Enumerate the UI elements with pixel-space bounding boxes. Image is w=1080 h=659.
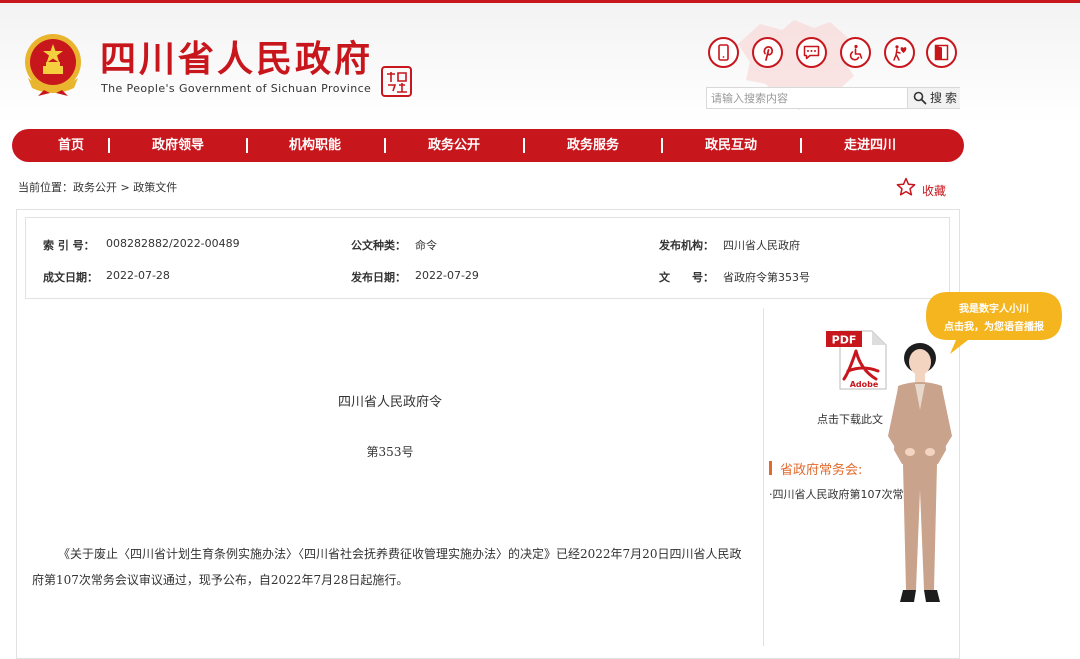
search-button[interactable]: 搜索 [907, 88, 960, 108]
mobile-icon[interactable] [708, 37, 739, 68]
elderly-care-icon[interactable] [884, 37, 915, 68]
document-body: 《关于废止〈四川省计划生育条例实施办法〉〈四川省社会抚养费征收管理实施办法〉的决… [32, 547, 742, 587]
sidebar-heading: 省政府常务会: [780, 463, 863, 478]
breadcrumb: 当前位置：政务公开 > 政策文件 [18, 181, 178, 194]
document-number-value: 省政府令第353号 [723, 271, 810, 284]
nav-item-about-sichuan[interactable]: 走进四川 [820, 129, 920, 162]
assistant-hint-text: 点击我，为您语音播报 [944, 322, 1044, 333]
svg-text:PDF: PDF [832, 334, 857, 347]
national-emblem-icon [25, 34, 81, 96]
favorite-label: 收藏 [922, 184, 947, 198]
site-subtitle: The People's Government of Sichuan Provi… [101, 82, 372, 95]
main-nav: 首页 政府领导 机构职能 政务公开 政务服务 政民互动 走进四川 [12, 129, 964, 162]
index-label: 索 引 号： [43, 239, 95, 252]
publisher-label: 发布机构： [659, 239, 714, 252]
site-title: 四川省人民政府 [100, 39, 374, 80]
nav-separator [108, 138, 110, 153]
document-number-label: 文 号： [659, 271, 714, 284]
sichuan-seal-logo [381, 66, 412, 97]
written-date-value: 2022-07-28 [106, 269, 170, 282]
chat-icon[interactable] [796, 37, 827, 68]
digital-assistant-avatar[interactable] [870, 340, 970, 610]
document-title: 四川省人民政府令 [337, 395, 442, 410]
published-date-value: 2022-07-29 [415, 269, 479, 282]
search-input[interactable] [707, 88, 913, 108]
nav-item-home[interactable]: 首页 [21, 129, 121, 162]
category-label: 公文种类： [351, 239, 406, 252]
published-date-label: 发布日期： [351, 271, 406, 284]
assistant-intro-text: 我是数字人小川 [959, 304, 1029, 315]
search-button-label: 搜索 [930, 91, 961, 105]
accessibility-icon[interactable] [840, 37, 871, 68]
nav-item-leaders[interactable]: 政府领导 [128, 129, 228, 162]
nav-separator [523, 138, 525, 153]
nav-item-public-affairs[interactable]: 政务公开 [404, 129, 504, 162]
nav-separator [246, 138, 248, 153]
pinterest-icon[interactable] [752, 37, 783, 68]
nav-separator [800, 138, 802, 153]
search-icon [913, 91, 927, 105]
search-box: 搜索 [706, 87, 960, 109]
category-value: 命令 [415, 239, 437, 252]
exit-icon[interactable] [926, 37, 957, 68]
article-sidebar-divider [763, 308, 764, 646]
written-date-label: 成文日期： [43, 271, 98, 284]
star-icon [896, 177, 916, 196]
nav-item-functions[interactable]: 机构职能 [265, 129, 365, 162]
document-number: 第353号 [366, 445, 414, 459]
sidebar-heading-marker [769, 461, 772, 475]
publisher-value: 四川省人民政府 [723, 239, 800, 252]
nav-separator [384, 138, 386, 153]
nav-item-interaction[interactable]: 政民互动 [681, 129, 781, 162]
document-metadata: 索 引 号： 008282882/2022-00489 公文种类： 命令 发布机… [25, 217, 950, 299]
nav-separator [661, 138, 663, 153]
nav-item-services[interactable]: 政务服务 [543, 129, 643, 162]
index-value: 008282882/2022-00489 [106, 237, 240, 250]
